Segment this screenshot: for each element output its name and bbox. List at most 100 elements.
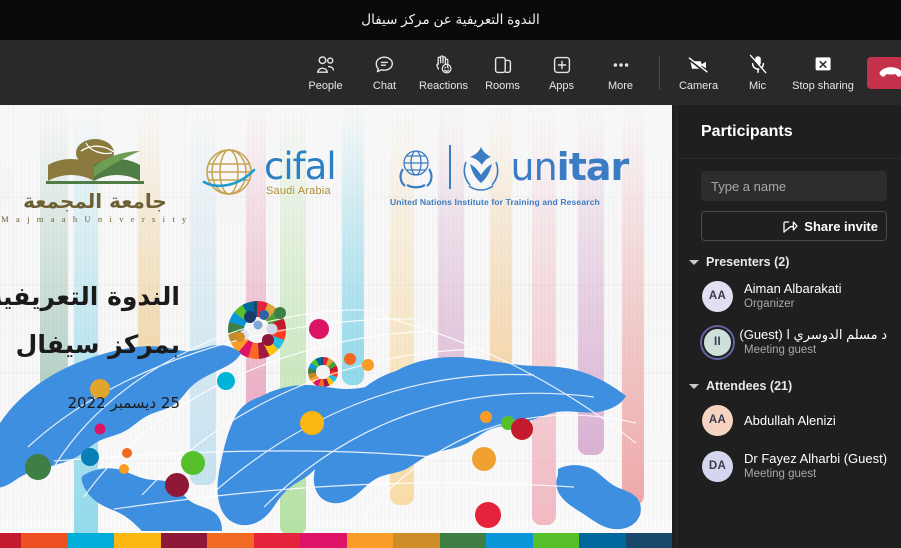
sdg-strip-segment (486, 533, 533, 548)
participant-row[interactable]: DA Dr Fayez Alharbi (Guest) Meeting guest (701, 443, 887, 489)
toolbar-label-rooms: Rooms (485, 79, 520, 92)
shared-content-stage[interactable]: جامعة المجمعة M a j m a a h U n i v e r … (0, 105, 672, 548)
majmaah-arabic-name: جامعة المجمعة (23, 189, 167, 213)
participants-group-label: Presenters (2) (706, 255, 790, 269)
toolbar-button-stop-sharing[interactable]: Stop sharing (787, 43, 859, 103)
unitar-bird-wheat-icon (458, 142, 504, 192)
toolbar-label-mic: Mic (748, 79, 767, 92)
participants-list-attendees: AA Abdullah Alenizi DA Dr Fayez Alharbi (Gu… (701, 397, 887, 489)
toolbar-button-rooms[interactable]: Rooms (473, 43, 532, 103)
slide-date: 25 ديسمبر 2022 (67, 394, 180, 412)
participant-search-input[interactable] (701, 171, 887, 201)
camera-off-icon (687, 54, 711, 76)
participant-row[interactable]: AA Abdullah Alenizi (701, 397, 887, 443)
toolbar-button-reactions[interactable]: Reactions (414, 43, 473, 103)
toolbar-divider (659, 55, 660, 90)
unitar-word: unitar (511, 148, 630, 186)
majmaah-university-logo: جامعة المجمعة M a j m a a h U n i v e r … (0, 133, 190, 224)
caret-down-icon (689, 259, 699, 265)
participants-list-presenters: AA Aiman Albarakati Organizer II د مسلم الدو… (701, 273, 887, 365)
presentation-slide: جامعة المجمعة M a j m a a h U n i v e r … (0, 105, 672, 548)
participants-group-header-presenters[interactable]: Presenters (2) (689, 255, 887, 269)
hangup-button[interactable] (867, 56, 901, 89)
participants-title: Participants (701, 122, 793, 140)
unitar-logo: unitar United Nations Institute for Trai… (390, 141, 630, 207)
share-invite-button[interactable]: Share invite (701, 211, 887, 241)
share-invite-icon (782, 219, 798, 234)
toolbar-primary-group: People Chat Reactions Rooms Apps More Ca… (296, 43, 901, 103)
slide-headline: الندوة التعريفية للـ بمركز سيفال 25 ديسم… (0, 273, 180, 412)
chat-icon (374, 54, 395, 76)
toolbar-button-mic[interactable]: Mic (728, 43, 787, 103)
sdg-strip-segment (0, 533, 21, 548)
sdg-strip-segment (253, 533, 300, 548)
sdg-strip-segment (300, 533, 347, 548)
hangup-phone-icon (879, 65, 901, 80)
avatar-speaking: II (702, 326, 733, 358)
participants-panel: Participants Share invite Presenters (2)… (676, 105, 901, 548)
toolbar-label-reactions: Reactions (419, 79, 468, 92)
teams-meeting-window: الندوة التعريفية عن مركز سيفال People Ch… (0, 0, 901, 548)
participant-info: د مسلم الدوسري ا (Guest) Meeting guest (739, 327, 887, 357)
mic-off-icon (748, 54, 768, 76)
cifal-globe-icon (200, 143, 258, 201)
participant-row[interactable]: II د مسلم الدوسري ا (Guest) Meeting guest (701, 319, 887, 365)
participants-panel-body: Share invite Presenters (2) AA Aiman Albar… (677, 159, 901, 489)
un-emblem-icon (390, 141, 442, 193)
participant-info: Dr Fayez Alharbi (Guest) Meeting guest (744, 451, 887, 481)
participant-info: Aiman Albarakati Organizer (744, 281, 842, 311)
avatar: AA (702, 404, 733, 436)
sdg-strip-segment (207, 533, 254, 548)
participant-name: د مسلم الدوسري ا (Guest) (739, 327, 887, 342)
toolbar-label-chat: Chat (372, 79, 397, 92)
participant-role: Meeting guest (744, 468, 817, 480)
unitar-word-bold: itar (556, 144, 630, 189)
participant-role: Meeting guest (744, 344, 817, 356)
participant-row[interactable]: AA Aiman Albarakati Organizer (701, 273, 887, 319)
sdg-strip-segment (625, 533, 672, 548)
toolbar-button-camera[interactable]: Camera (669, 43, 728, 103)
unitar-word-light: un (510, 144, 558, 189)
reactions-icon (433, 54, 455, 76)
participants-group-header-attendees[interactable]: Attendees (21) (689, 379, 887, 393)
toolbar-label-stop-sharing: Stop sharing (792, 79, 854, 92)
sdg-strip-segment (532, 533, 579, 548)
apps-plus-icon (552, 54, 572, 76)
sdg-strip-segment (114, 533, 161, 548)
slide-headline-line2: بمركز سيفال (15, 329, 180, 359)
toolbar-label-apps: Apps (548, 79, 575, 92)
slide-logo-row: جامعة المجمعة M a j m a a h U n i v e r … (0, 121, 672, 225)
cifal-subtitle: Saudi Arabia (266, 184, 331, 197)
stop-sharing-icon (812, 54, 834, 76)
participant-name: Dr Fayez Alharbi (Guest) (744, 451, 888, 466)
toolbar-button-more[interactable]: More (591, 43, 650, 103)
sdg-color-strip (0, 533, 672, 548)
toolbar-button-people[interactable]: People (296, 43, 355, 103)
caret-down-icon (689, 383, 699, 389)
sdg-strip-segment (160, 533, 207, 548)
share-invite-label: Share invite (804, 218, 878, 234)
toolbar-label-people: People (308, 79, 343, 92)
avatar: DA (702, 450, 733, 482)
unitar-divider (449, 145, 451, 189)
majmaah-english-name: M a j m a a h U n i v e r s i t y (1, 214, 189, 224)
toolbar-label-camera: Camera (678, 79, 719, 92)
sdg-strip-segment (579, 533, 626, 548)
toolbar-button-chat[interactable]: Chat (355, 43, 414, 103)
participant-name: Abdullah Alenizi (744, 412, 836, 428)
meeting-title: الندوة التعريفية عن مركز سيفال (361, 12, 540, 27)
toolbar-label-more: More (607, 79, 634, 92)
slide-headline-line1: الندوة التعريفية للـ (0, 282, 180, 311)
rooms-icon (493, 54, 513, 76)
cifal-logo: cifal Saudi Arabia (200, 143, 337, 201)
participant-role: Organizer (744, 298, 795, 310)
sdg-strip-segment (21, 533, 68, 548)
participant-name: Aiman Albarakati (744, 281, 842, 296)
more-ellipsis-icon (610, 54, 632, 76)
sdg-strip-segment (439, 533, 486, 548)
people-icon (315, 54, 337, 76)
meeting-toolbar: People Chat Reactions Rooms Apps More Ca… (0, 40, 901, 105)
toolbar-button-apps[interactable]: Apps (532, 43, 591, 103)
avatar: AA (702, 280, 733, 312)
cifal-wordmark: cifal Saudi Arabia (264, 148, 337, 197)
